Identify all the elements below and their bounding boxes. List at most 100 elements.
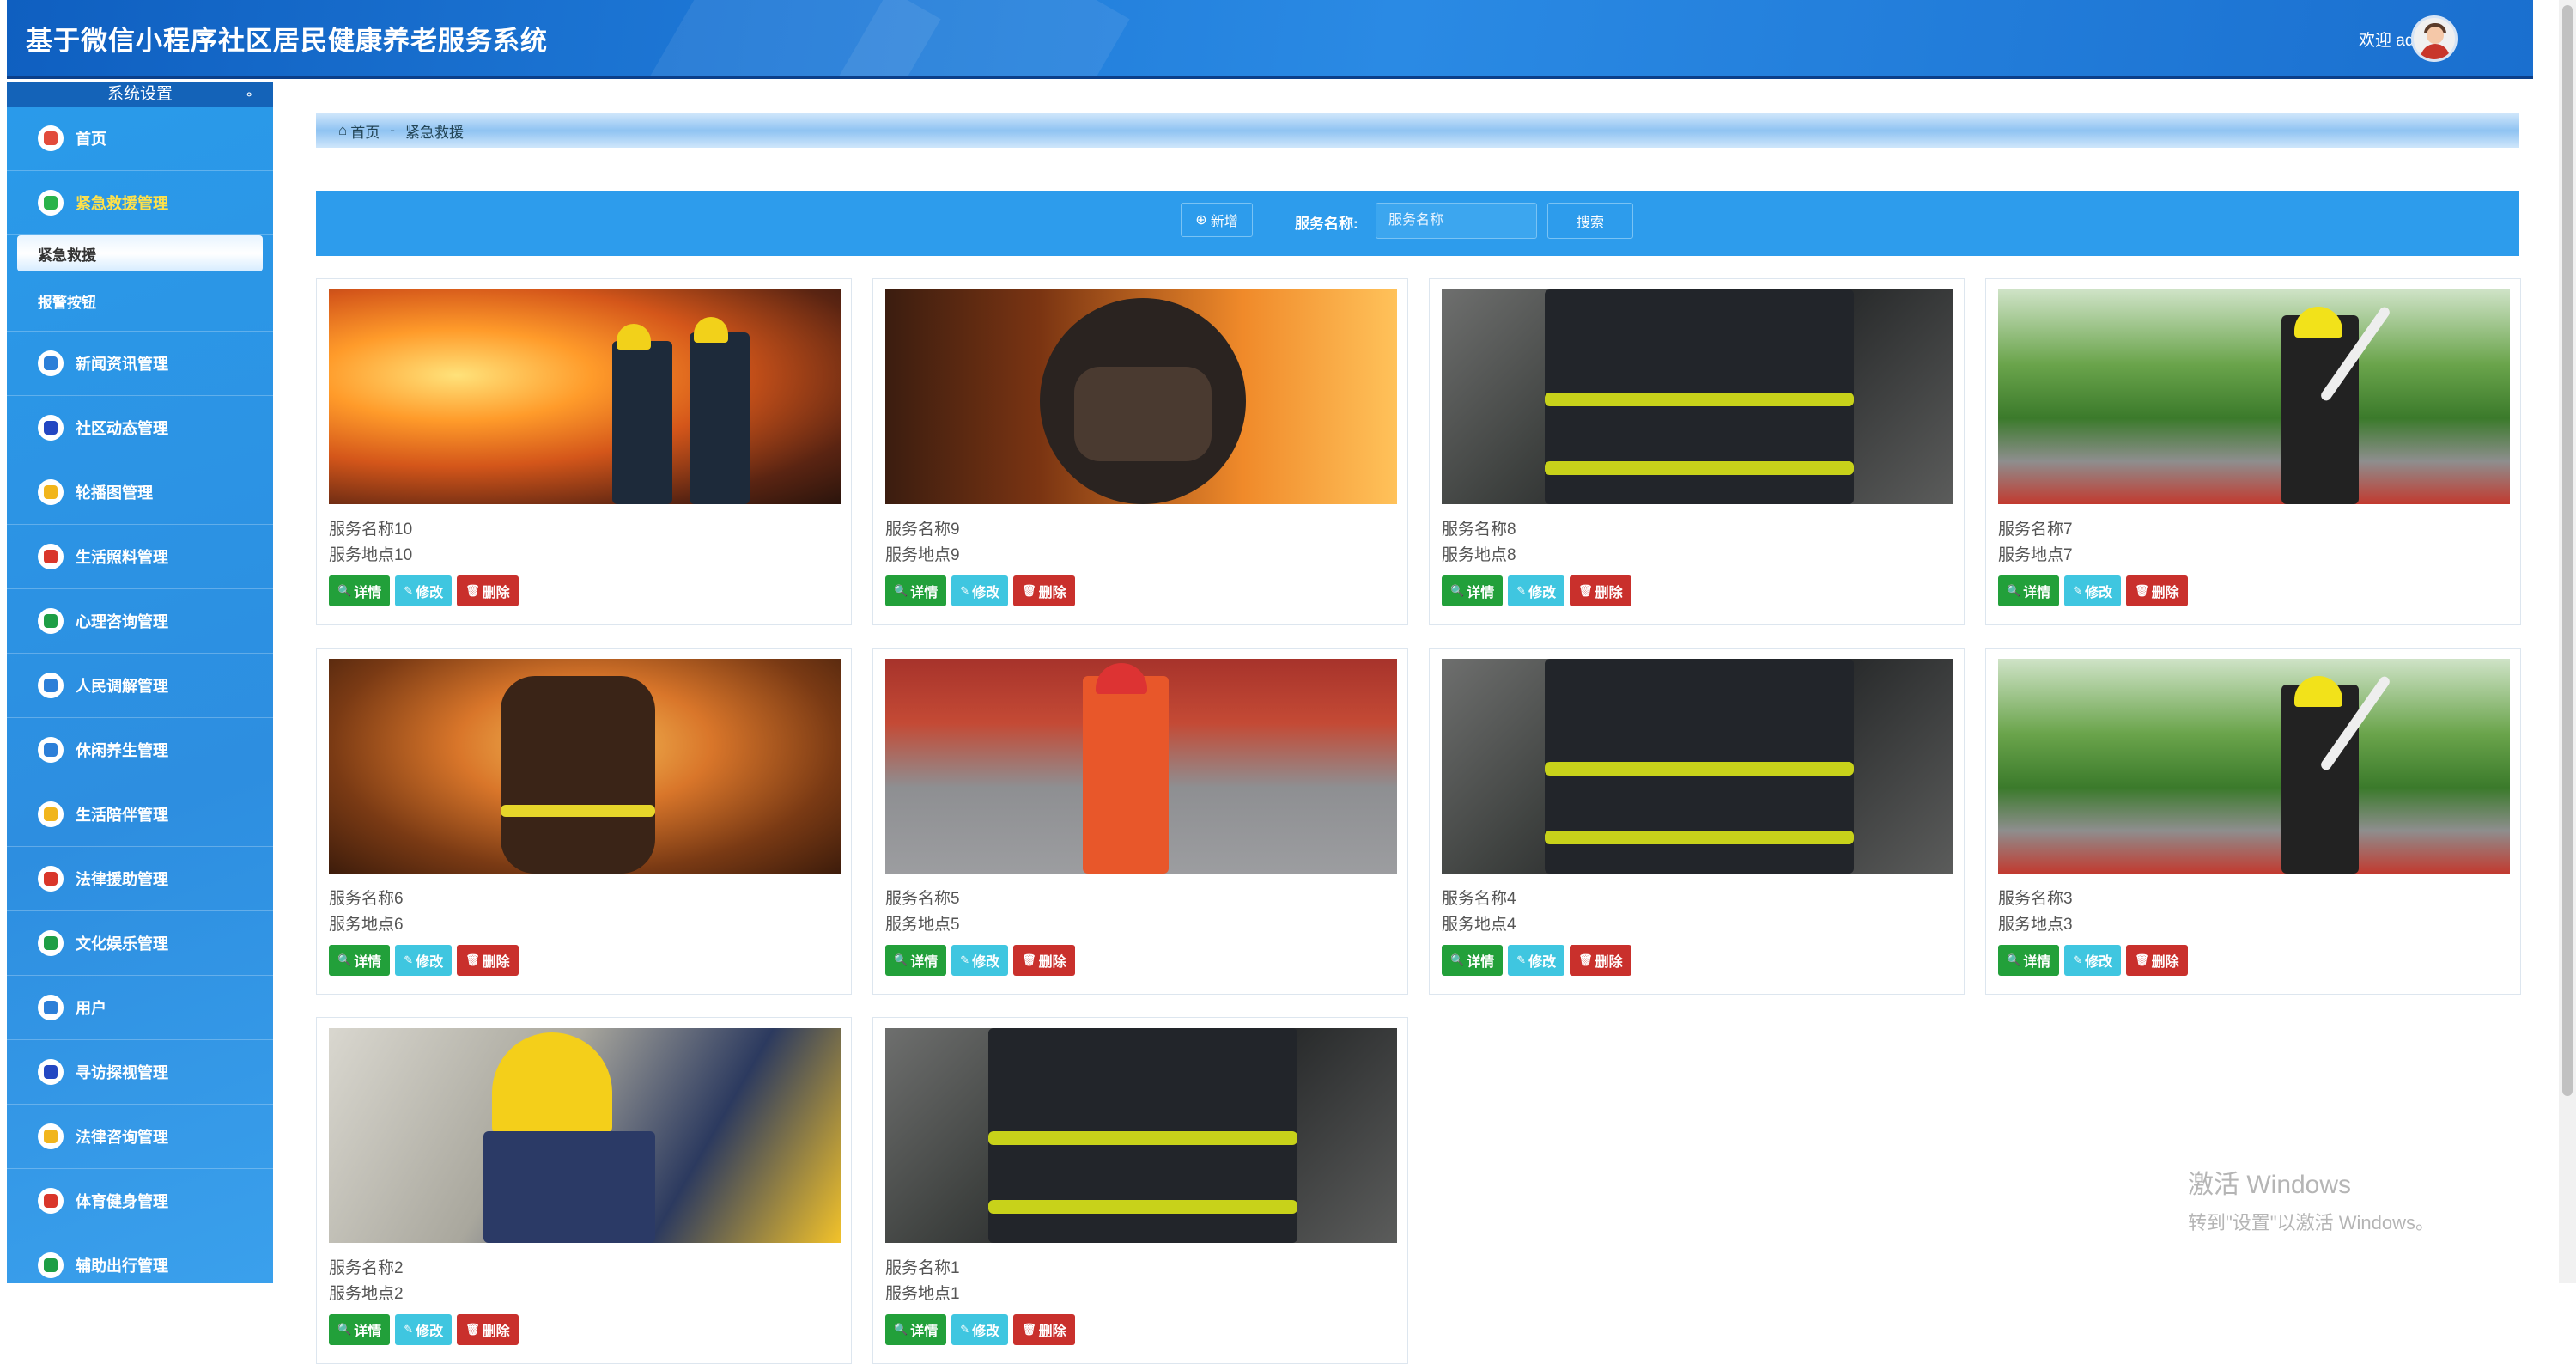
sidebar-item[interactable]: 用户 <box>7 976 273 1040</box>
service-place: 服务地点3 <box>1998 916 2073 934</box>
sidebar-item[interactable]: 生活照料管理 <box>7 525 273 589</box>
edit-icon: ✎ <box>960 953 970 966</box>
service-photo[interactable] <box>885 289 1397 504</box>
sidebar-item-label: 生活陪伴管理 <box>76 807 168 824</box>
sidebar-item[interactable]: 紧急救援管理 <box>7 171 273 235</box>
detail-button[interactable]: 🔍 详情 <box>885 1314 947 1345</box>
home-icon[interactable]: ⌂ <box>338 122 347 139</box>
community-icon <box>38 415 64 441</box>
service-photo[interactable] <box>329 659 841 874</box>
detail-icon: 🔍 <box>337 584 352 597</box>
sidebar-item[interactable]: 体育健身管理 <box>7 1169 273 1233</box>
detail-button[interactable]: 🔍 详情 <box>885 575 947 606</box>
sidebar-item[interactable]: 社区动态管理 <box>7 396 273 460</box>
detail-button[interactable]: 🔍 详情 <box>1442 945 1504 976</box>
sidebar-item[interactable]: 法律援助管理 <box>7 847 273 911</box>
toolbar: ⊕ 新增 服务名称: 搜索 <box>316 191 2519 256</box>
detail-button[interactable]: 🔍 详情 <box>329 945 391 976</box>
service-photo[interactable] <box>885 659 1397 874</box>
delete-icon: 🗑 <box>465 1323 480 1336</box>
detail-button[interactable]: 🔍 详情 <box>1998 945 2060 976</box>
detail-button[interactable]: 🔍 详情 <box>885 945 947 976</box>
sidebar-item[interactable]: 人民调解管理 <box>7 654 273 718</box>
service-photo[interactable] <box>1442 289 1953 504</box>
service-place: 服务地点5 <box>885 916 960 934</box>
service-photo[interactable] <box>885 1028 1397 1243</box>
delete-button[interactable]: 🗑 删除 <box>457 575 519 606</box>
edit-icon: ✎ <box>1516 584 1527 597</box>
sidebar-item[interactable]: 生活陪伴管理 <box>7 782 273 847</box>
breadcrumb-current: 紧急救援 <box>404 124 464 141</box>
sidebar-subitem-active[interactable]: 紧急救援 <box>17 235 263 271</box>
service-photo[interactable] <box>1442 659 1953 874</box>
delete-button[interactable]: 🗑 删除 <box>457 945 519 976</box>
service-photo[interactable] <box>1998 659 2510 874</box>
collapse-icon[interactable]: ⚬ <box>244 82 254 107</box>
card-actions: 🔍 详情 ✎ 修改 🗑 删除 <box>329 1314 519 1345</box>
breadcrumb-home[interactable]: 首页 <box>350 120 380 142</box>
edit-button[interactable]: ✎ 修改 <box>2064 575 2122 606</box>
service-place: 服务地点4 <box>1442 916 1516 934</box>
detail-icon: 🔍 <box>2007 953 2021 966</box>
sidebar-item[interactable]: 文化娱乐管理 <box>7 911 273 976</box>
search-input[interactable] <box>1376 203 1537 239</box>
sidebar-item-label: 首页 <box>76 131 106 148</box>
edit-button[interactable]: ✎ 修改 <box>951 575 1009 606</box>
sidebar-item[interactable]: 休闲养生管理 <box>7 718 273 782</box>
sidebar-item[interactable]: 首页 <box>7 107 273 171</box>
sidebar-subitem[interactable]: 报警按钮 <box>7 271 273 332</box>
delete-button[interactable]: 🗑 删除 <box>1570 575 1631 606</box>
delete-icon: 🗑 <box>2135 953 2149 966</box>
search-button[interactable]: 搜索 <box>1547 203 1633 239</box>
service-place: 服务地点2 <box>329 1285 404 1303</box>
delete-icon: 🗑 <box>1022 1323 1036 1336</box>
sidebar: 系统设置 ⚬ 首页紧急救援管理紧急救援 报警按钮 新闻资讯管理 社区动态管理 轮播图管理… <box>7 82 273 1283</box>
edit-button[interactable]: ✎ 修改 <box>951 1314 1009 1345</box>
vertical-scrollbar[interactable] <box>2559 0 2576 1283</box>
sidebar-item[interactable]: 轮播图管理 <box>7 460 273 525</box>
avatar[interactable] <box>2411 15 2458 62</box>
scrollbar-thumb[interactable] <box>2562 5 2573 1096</box>
delete-button[interactable]: 🗑 删除 <box>2126 575 2188 606</box>
delete-button[interactable]: 🗑 删除 <box>1013 575 1075 606</box>
delete-button[interactable]: 🗑 删除 <box>1013 1314 1075 1345</box>
sidebar-item-label: 用户 <box>76 1000 106 1017</box>
edit-button[interactable]: ✎ 修改 <box>2064 945 2122 976</box>
edit-button[interactable]: ✎ 修改 <box>951 945 1009 976</box>
service-name: 服务名称2 <box>329 1259 404 1277</box>
service-photo[interactable] <box>1998 289 2510 504</box>
sidebar-item[interactable]: 辅助出行管理 <box>7 1233 273 1283</box>
edit-button[interactable]: ✎ 修改 <box>395 1314 453 1345</box>
home-icon <box>38 125 64 151</box>
edit-button[interactable]: ✎ 修改 <box>395 945 453 976</box>
service-photo[interactable] <box>329 289 841 504</box>
sidebar-section-title[interactable]: 系统设置 ⚬ <box>7 82 273 107</box>
sidebar-item[interactable]: 新闻资讯管理 <box>7 332 273 396</box>
breadcrumb-separator: - <box>390 122 395 138</box>
detail-button[interactable]: 🔍 详情 <box>1442 575 1504 606</box>
service-card: 服务名称2 服务地点2 🔍 详情 ✎ 修改 🗑 删除 <box>316 1017 852 1364</box>
user-icon <box>38 995 64 1020</box>
edit-icon: ✎ <box>1516 953 1527 966</box>
service-photo[interactable] <box>329 1028 841 1243</box>
edit-button[interactable]: ✎ 修改 <box>395 575 453 606</box>
edit-button[interactable]: ✎ 修改 <box>1508 575 1565 606</box>
detail-button[interactable]: 🔍 详情 <box>329 575 391 606</box>
card-actions: 🔍 详情 ✎ 修改 🗑 删除 <box>329 575 519 606</box>
delete-icon: 🗑 <box>2135 584 2149 597</box>
sidebar-item[interactable]: 法律咨询管理 <box>7 1105 273 1169</box>
delete-button[interactable]: 🗑 删除 <box>457 1314 519 1345</box>
add-button[interactable]: ⊕ 新增 <box>1181 203 1253 237</box>
sidebar-item[interactable]: 寻访探视管理 <box>7 1040 273 1105</box>
sidebar-item-label: 法律援助管理 <box>76 871 168 888</box>
delete-button[interactable]: 🗑 删除 <box>1013 945 1075 976</box>
service-card: 服务名称7 服务地点7 🔍 详情 ✎ 修改 🗑 删除 <box>1985 278 2521 625</box>
edit-button[interactable]: ✎ 修改 <box>1508 945 1565 976</box>
delete-button[interactable]: 🗑 删除 <box>1570 945 1631 976</box>
sidebar-item-label: 紧急救援管理 <box>76 195 168 212</box>
sidebar-item-label: 法律咨询管理 <box>76 1129 168 1146</box>
sidebar-item[interactable]: 心理咨询管理 <box>7 589 273 654</box>
detail-button[interactable]: 🔍 详情 <box>329 1314 391 1345</box>
delete-button[interactable]: 🗑 删除 <box>2126 945 2188 976</box>
detail-button[interactable]: 🔍 详情 <box>1998 575 2060 606</box>
